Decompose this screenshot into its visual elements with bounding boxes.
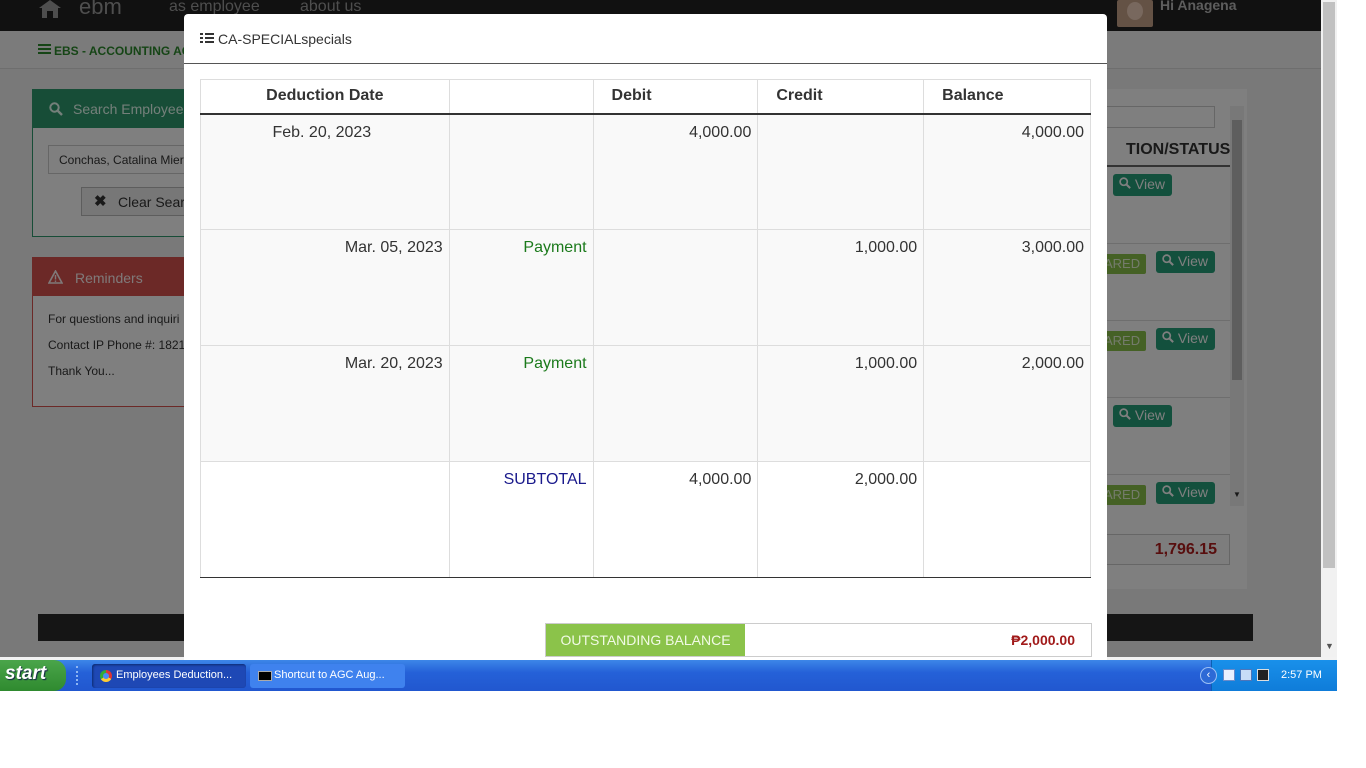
outstanding-balance-label: OUTSTANDING BALANCE — [546, 624, 745, 656]
deduction-date: Mar. 20, 2023 — [200, 345, 450, 462]
modal-header: CA-SPECIALspecials — [184, 14, 1107, 64]
list-icon — [200, 33, 214, 45]
table-row: Feb. 20, 2023 4,000.00 4,000.00 — [200, 113, 1091, 230]
column-header-credit: Credit — [757, 79, 925, 115]
taskbar-grip — [76, 666, 79, 685]
taskbar-item-label: Shortcut to AGC Aug... — [274, 669, 385, 681]
window-scrollbar[interactable]: ▼ — [1321, 0, 1337, 657]
debit-cell — [592, 345, 759, 462]
taskbar: start Employees Deduction... Shortcut to… — [0, 660, 1337, 691]
balance-cell: 2,000.00 — [923, 345, 1091, 462]
taskbar-item-chrome[interactable]: Employees Deduction... — [92, 664, 246, 688]
subtotal-row: SUBTOTAL 4,000.00 2,000.00 — [200, 461, 1091, 578]
credit-cell: 1,000.00 — [757, 345, 925, 462]
credit-cell: 1,000.00 — [757, 229, 925, 346]
outstanding-balance: OUTSTANDING BALANCE ₱2,000.00 — [545, 623, 1092, 657]
column-header-balance: Balance — [923, 79, 1091, 115]
entry-type: Payment — [448, 345, 594, 462]
balance-cell: 4,000.00 — [923, 113, 1091, 230]
tray-app-icon[interactable] — [1240, 669, 1252, 681]
table-header-row: Deduction Date Debit Credit Balance — [200, 79, 1091, 115]
tray-tool-icon[interactable] — [1257, 669, 1269, 681]
table-row: Mar. 05, 2023 Payment 1,000.00 3,000.00 — [200, 229, 1091, 346]
outstanding-balance-value: ₱2,000.00 — [1011, 632, 1075, 648]
column-header-debit: Debit — [592, 79, 759, 115]
table-row: Mar. 20, 2023 Payment 1,000.00 2,000.00 — [200, 345, 1091, 462]
credit-cell — [757, 113, 925, 230]
clock[interactable]: 2:57 PM — [1281, 669, 1322, 681]
modal-title: CA-SPECIALspecials — [218, 31, 352, 47]
start-button[interactable]: start — [0, 660, 66, 691]
taskbar-item-shortcut[interactable]: Shortcut to AGC Aug... — [250, 664, 405, 688]
debit-cell: 4,000.00 — [592, 113, 759, 230]
deduction-date: Feb. 20, 2023 — [200, 113, 450, 230]
debit-cell — [592, 229, 759, 346]
scroll-down-icon[interactable]: ▼ — [1325, 641, 1334, 651]
entry-type: Payment — [448, 229, 594, 346]
deduction-date: Mar. 05, 2023 — [200, 229, 450, 346]
taskbar-item-label: Employees Deduction... — [116, 669, 233, 681]
chrome-icon — [100, 670, 112, 682]
balance-cell: 3,000.00 — [923, 229, 1091, 346]
subtotal-credit: 2,000.00 — [757, 461, 925, 578]
console-icon — [258, 671, 272, 681]
deduction-ledger-table: Deduction Date Debit Credit Balance Feb.… — [200, 79, 1091, 578]
system-tray: ‹ 2:57 PM — [1200, 660, 1337, 691]
window-scroll-thumb[interactable] — [1323, 2, 1335, 568]
subtotal-debit: 4,000.00 — [592, 461, 759, 578]
column-header-type — [448, 79, 594, 115]
subtotal-label: SUBTOTAL — [448, 461, 594, 578]
subtotal-empty-cell — [200, 461, 450, 578]
deduction-ledger-modal: CA-SPECIALspecials Deduction Date Debit … — [184, 14, 1107, 674]
network-icon[interactable] — [1223, 669, 1235, 681]
column-header-date: Deduction Date — [200, 79, 450, 115]
subtotal-balance — [923, 461, 1091, 578]
chevron-left-icon[interactable]: ‹ — [1200, 667, 1217, 684]
entry-type — [448, 113, 594, 230]
